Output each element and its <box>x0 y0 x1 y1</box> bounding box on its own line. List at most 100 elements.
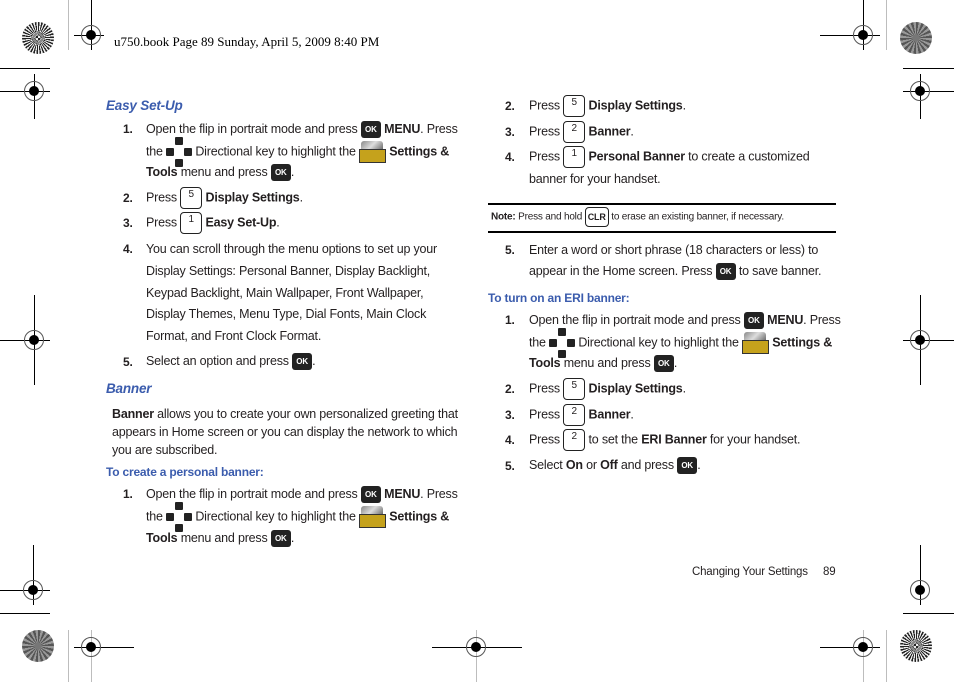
menu-label: Personal Banner <box>588 149 686 164</box>
menu-label: Easy Set-Up <box>205 215 277 230</box>
print-header: u750.book Page 89 Sunday, April 5, 2009 … <box>114 34 380 49</box>
step-number: 1. <box>123 487 133 501</box>
step-text: . <box>630 407 634 422</box>
step-number: 3. <box>123 216 133 230</box>
step-number: 3. <box>505 408 515 422</box>
registration-target-icon <box>910 330 930 350</box>
directional-key-icon <box>166 502 193 532</box>
term: Banner <box>112 407 154 421</box>
star-target-icon <box>900 22 932 54</box>
ok-key-icon: OK <box>292 353 313 370</box>
ok-key-icon: OK <box>715 263 736 280</box>
note-text: to erase an existing banner, if necessar… <box>611 211 784 223</box>
step-text: . <box>290 164 295 179</box>
settings-tools-icon <box>359 506 386 528</box>
directional-key-icon <box>549 328 576 358</box>
note-label: Note: <box>491 211 516 223</box>
step-text: Press <box>529 149 560 164</box>
step-line: Press 2 Banner. <box>529 404 634 426</box>
step-text: Press <box>146 190 177 205</box>
registration-target-icon <box>81 25 101 45</box>
paragraph-text: appears in Home screen or you can displa… <box>112 425 458 439</box>
crop-line <box>68 0 69 50</box>
crop-line <box>0 613 50 614</box>
key-5-icon: 5 <box>563 95 586 117</box>
step-text: Directional key to highlight the <box>195 509 356 524</box>
star-target-icon <box>900 630 932 662</box>
settings-tools-icon <box>742 332 769 354</box>
crop-line <box>68 630 69 682</box>
step-text: Format, and Front Clock Format. <box>146 329 322 343</box>
step-text: menu and press <box>180 164 268 179</box>
ok-key-icon: OK <box>743 312 764 329</box>
registration-target-icon <box>24 81 44 101</box>
step-text: . <box>673 355 678 370</box>
step-number: 4. <box>123 242 133 256</box>
key-5-icon: 5 <box>180 187 203 209</box>
footer-section-title: Changing Your Settings <box>692 566 808 578</box>
menu-label: Tools <box>146 164 178 179</box>
step-line: the Directional key to highlight the Set… <box>146 502 449 532</box>
menu-label: Tools <box>529 355 561 370</box>
step-text: to create a customized <box>684 149 810 164</box>
step-line: Press 1 Easy Set-Up. <box>146 212 280 234</box>
note: Note: Press and hold CLR to erase an exi… <box>491 207 784 227</box>
registration-target-icon <box>853 637 873 657</box>
step-number: 1. <box>123 122 133 136</box>
menu-label: Banner <box>588 407 631 422</box>
clr-key-icon: CLR <box>584 207 609 227</box>
crop-line <box>0 68 50 69</box>
menu-label: Settings & <box>389 509 450 524</box>
registration-target-icon <box>910 580 930 600</box>
step-text: the <box>529 335 546 350</box>
footer-page-number: 89 <box>823 566 836 578</box>
note-top-rule <box>488 203 836 205</box>
step-text: to set the <box>588 432 639 447</box>
step-text: Display Settings: Personal Banner, Displ… <box>146 264 430 278</box>
step-text: Open the flip in portrait mode and press <box>146 486 358 501</box>
step-number: 4. <box>505 433 515 447</box>
step-text: Keypad Backlight, Main Wallpaper, Front … <box>146 286 424 300</box>
step-text: . Press <box>420 121 458 136</box>
star-target-icon <box>22 22 54 54</box>
registration-target-icon <box>466 637 486 657</box>
key-1-icon: 1 <box>563 146 586 168</box>
paragraph-text: you are subscribed. <box>112 443 218 457</box>
note-bottom-rule <box>488 231 836 233</box>
step-text: banner for your handset. <box>529 172 661 186</box>
directional-key-icon <box>166 137 193 167</box>
step-line: Open the flip in portrait mode and press… <box>146 486 458 503</box>
step-text: for your handset. <box>709 432 801 447</box>
step-text: and press <box>620 457 674 472</box>
step-line: Select an option and press OK. <box>146 353 316 370</box>
registration-target-icon <box>81 637 101 657</box>
registration-target-icon <box>24 330 44 350</box>
paragraph-line: Banner allows you to create your own per… <box>112 407 458 421</box>
step-text: or <box>586 457 597 472</box>
step-text: Directional key to highlight the <box>195 144 356 159</box>
step-number: 5. <box>505 243 515 257</box>
step-number: 2. <box>505 382 515 396</box>
ok-key-icon: OK <box>677 457 698 474</box>
section-heading-banner: Banner <box>106 381 152 396</box>
paragraph-text: allows you to create your own personaliz… <box>157 407 458 421</box>
crop-line <box>903 68 954 69</box>
step-line: the Directional key to highlight the Set… <box>146 137 449 167</box>
ok-key-icon: OK <box>653 355 674 372</box>
step-text: the <box>146 509 163 524</box>
note-text: Press and hold <box>518 211 583 223</box>
option-off: Off <box>600 457 618 472</box>
step-text: . <box>276 215 280 230</box>
step-text: . <box>697 457 701 472</box>
ok-key-icon: OK <box>270 164 291 181</box>
menu-label: Display Settings <box>588 98 683 113</box>
registration-target-icon <box>23 580 43 600</box>
registration-target-icon <box>910 81 930 101</box>
ok-key-icon: OK <box>360 121 381 138</box>
step-text: . <box>630 124 634 139</box>
settings-tools-icon <box>359 141 386 163</box>
option-on: On <box>565 457 583 472</box>
step-text: menu and press <box>180 530 268 545</box>
crop-line <box>903 613 954 614</box>
step-text: . Press <box>803 312 841 327</box>
